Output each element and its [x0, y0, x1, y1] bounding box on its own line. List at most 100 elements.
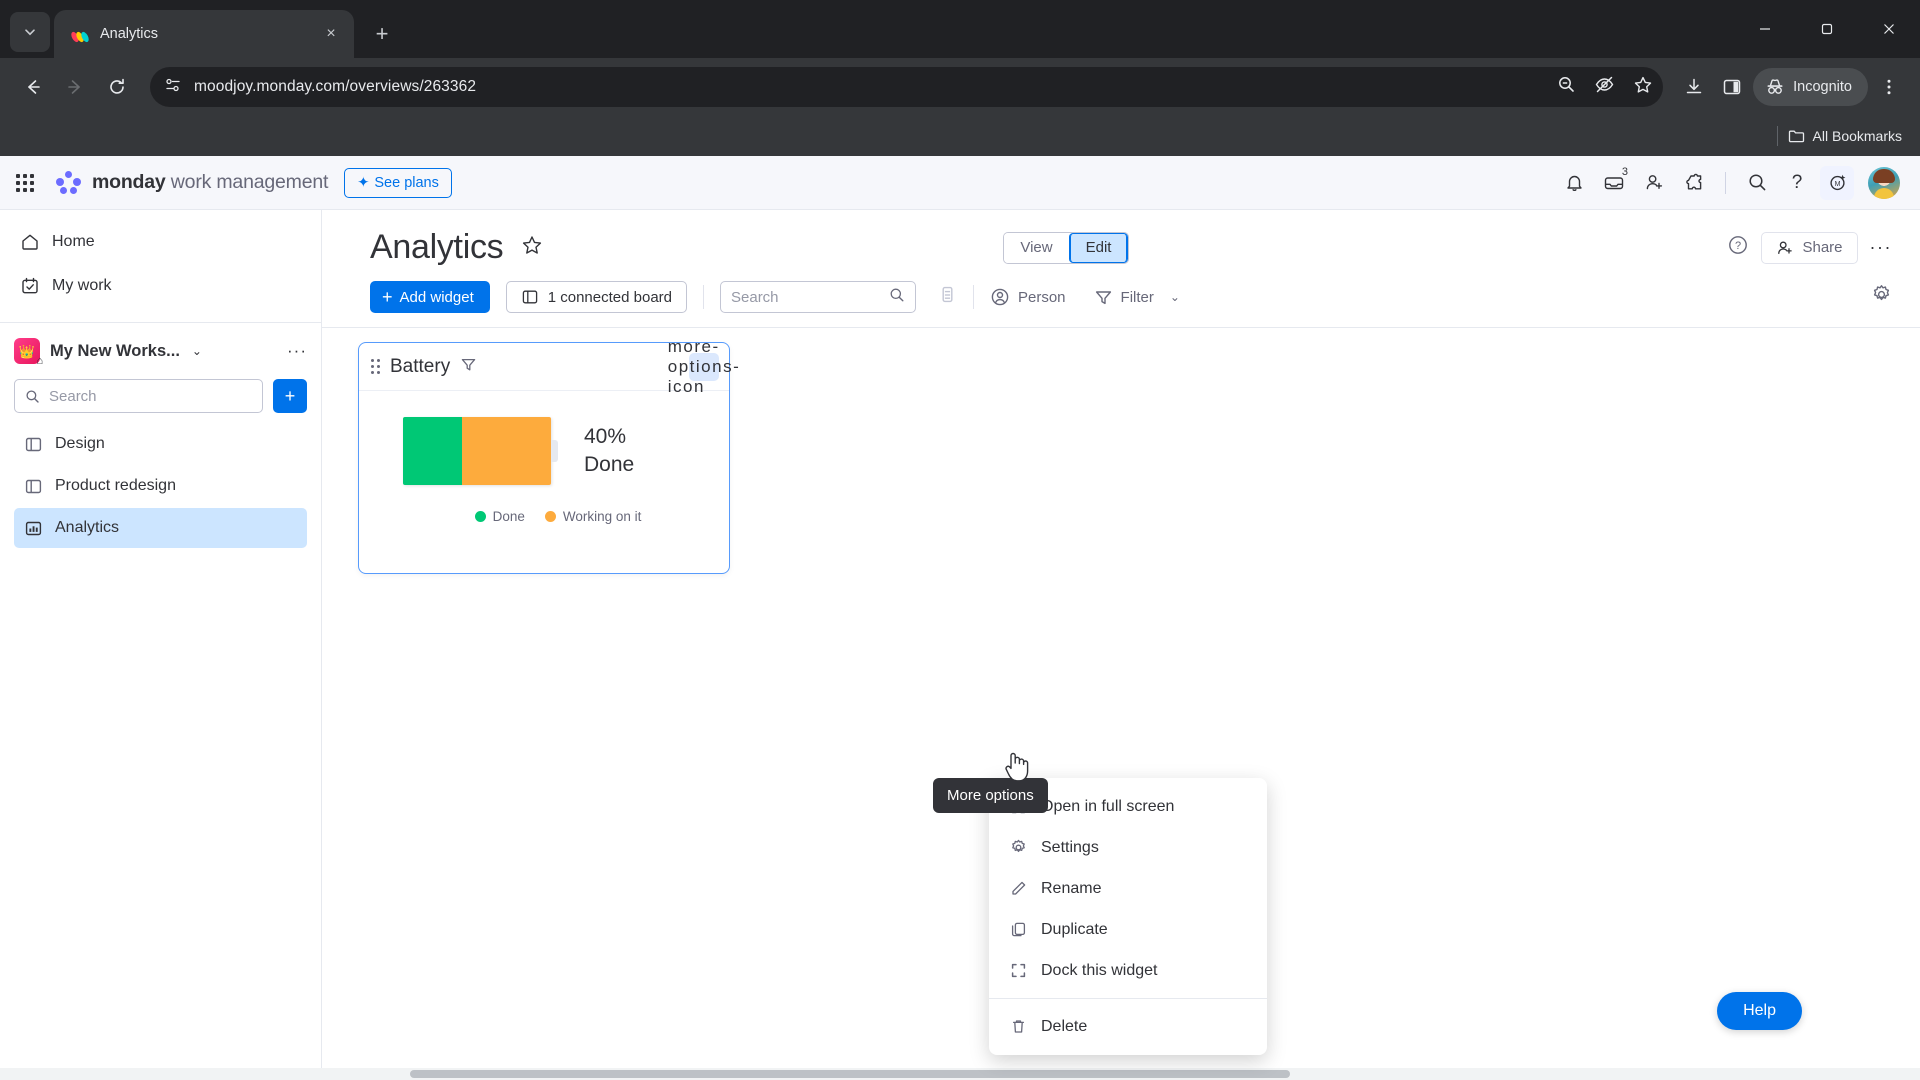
sidebar-search-input[interactable]: Search — [14, 379, 263, 413]
notifications-button[interactable] — [1557, 166, 1591, 200]
toolbar-divider — [703, 285, 704, 309]
brand-product: work management — [165, 171, 329, 193]
scrollbar-thumb[interactable] — [410, 1070, 1290, 1078]
mouse-cursor — [1003, 750, 1031, 789]
menu-item-duplicate[interactable]: Duplicate — [989, 909, 1267, 950]
menu-item-dock-widget[interactable]: Dock this widget — [989, 950, 1267, 991]
address-bar[interactable]: moodjoy.monday.com/overviews/263362 — [150, 67, 1664, 107]
chevron-down-icon[interactable]: ⌄ — [1170, 290, 1180, 304]
main-content: Analytics View Edit ? Share ··· + Add wi… — [322, 210, 1920, 1068]
monday-ai-button[interactable]: M — [1820, 165, 1854, 200]
svg-text:M: M — [1834, 181, 1840, 188]
sidebar-item-my-work[interactable]: My work — [10, 266, 311, 306]
columns-icon[interactable] — [938, 285, 957, 309]
battery-widget[interactable]: Battery more-options-icon 40% Done Done … — [358, 337, 739, 574]
url-text: moodjoy.monday.com/overviews/263362 — [194, 78, 477, 95]
forward-button[interactable] — [56, 68, 94, 106]
sparkle-icon: ✦ — [357, 174, 370, 191]
side-panel-button[interactable] — [1715, 70, 1749, 104]
search-button[interactable] — [1740, 166, 1774, 200]
window-controls — [1734, 0, 1920, 58]
sidebar-item-label: Product redesign — [55, 477, 176, 494]
browser-menu-button[interactable] — [1872, 70, 1906, 104]
home-icon — [22, 234, 38, 250]
person-filter-button[interactable]: Person — [990, 287, 1066, 307]
sidebar-item-label: Home — [52, 233, 95, 250]
apps-grid-icon[interactable] — [16, 173, 34, 192]
monday-logo-icon — [56, 170, 84, 195]
search-icon — [1748, 174, 1765, 191]
workspace-selector[interactable]: 👑 ⌂ My New Works... ⌄ ··· — [0, 329, 321, 373]
zoom-out-icon[interactable] — [1557, 75, 1576, 99]
sidebar-search-placeholder: Search — [49, 387, 97, 405]
workspace-more-button[interactable]: ··· — [287, 341, 307, 361]
connected-board-button[interactable]: 1 connected board — [505, 281, 687, 313]
sidebar-item-label: Design — [55, 435, 105, 452]
incognito-indicator[interactable]: Incognito — [1753, 68, 1868, 106]
question-circle-icon[interactable]: ? — [1727, 234, 1749, 261]
inbox-button[interactable]: 3 — [1597, 166, 1631, 200]
svg-text:?: ? — [1735, 240, 1741, 252]
page-info-icon[interactable] — [164, 76, 182, 99]
add-widget-button[interactable]: + Add widget — [370, 281, 490, 313]
edit-mode-button[interactable]: Edit — [1068, 232, 1129, 263]
sidebar-item-home[interactable]: Home — [10, 222, 311, 262]
help-widget-button[interactable]: Help — [1717, 992, 1802, 1030]
menu-item-label: Duplicate — [1041, 920, 1108, 938]
menu-item-rename[interactable]: Rename — [989, 868, 1267, 909]
reload-button[interactable] — [98, 68, 136, 106]
widget-more-options-button[interactable]: more-options-icon — [668, 337, 739, 396]
user-avatar[interactable] — [1868, 166, 1900, 199]
side-panel-icon — [1723, 79, 1741, 95]
sidebar-add-button[interactable]: + — [273, 379, 307, 413]
menu-item-label: Open in full screen — [1041, 797, 1175, 815]
tab-search-button[interactable] — [10, 12, 50, 52]
browser-tab-analytics[interactable]: Analytics × — [54, 10, 354, 58]
share-label: Share — [1802, 239, 1843, 256]
brand-title: monday work management — [92, 171, 328, 194]
filter-icon — [1095, 290, 1111, 304]
new-tab-button[interactable]: + — [364, 16, 400, 52]
omnibox-actions — [1557, 74, 1653, 100]
sidebar-item-analytics[interactable]: Analytics — [14, 508, 307, 548]
menu-item-settings[interactable]: Settings — [989, 827, 1267, 868]
invite-member-button[interactable] — [1637, 166, 1671, 200]
maximize-button[interactable] — [1796, 5, 1858, 53]
body-area: Home My work 👑 ⌂ My New Works... ⌄ ··· S… — [0, 210, 1920, 1068]
chevron-down-icon[interactable]: ⌄ — [192, 344, 202, 358]
dashboard-search-input[interactable]: Search — [720, 281, 916, 313]
sidebar-item-product-redesign[interactable]: Product redesign — [14, 466, 307, 506]
crown-icon: 👑 — [18, 343, 36, 359]
all-bookmarks-button[interactable]: All Bookmarks — [1788, 128, 1902, 145]
dashboard-search-placeholder: Search — [731, 288, 779, 306]
close-tab-icon[interactable]: × — [318, 21, 344, 47]
drag-handle-icon[interactable] — [371, 359, 380, 374]
star-icon[interactable] — [1633, 75, 1653, 100]
view-mode-button[interactable]: View — [1004, 232, 1069, 263]
battery-chart: 40% Done — [359, 391, 729, 485]
bookmarks-bar: All Bookmarks — [0, 116, 1920, 156]
apps-marketplace-button[interactable] — [1677, 166, 1711, 200]
widget-filter-icon[interactable] — [460, 356, 477, 377]
bookmarks-divider — [1776, 126, 1778, 146]
page-more-button[interactable]: ··· — [1870, 237, 1892, 258]
share-button[interactable]: Share — [1761, 231, 1858, 264]
menu-item-delete[interactable]: Delete — [989, 1006, 1267, 1047]
downloads-button[interactable] — [1677, 70, 1711, 104]
back-button[interactable] — [14, 68, 52, 106]
close-window-button[interactable] — [1858, 5, 1920, 53]
help-button[interactable]: ? — [1780, 166, 1814, 200]
minimize-button[interactable] — [1734, 5, 1796, 53]
see-plans-button[interactable]: ✦ See plans — [344, 167, 452, 198]
person-label: Person — [1018, 288, 1066, 306]
star-outline-icon[interactable] — [521, 234, 543, 262]
board-icon — [25, 437, 42, 451]
menu-item-label: Dock this widget — [1041, 961, 1158, 979]
sidebar-item-design[interactable]: Design — [14, 424, 307, 464]
horizontal-scrollbar[interactable] — [0, 1068, 1920, 1080]
eye-off-icon[interactable] — [1594, 74, 1615, 100]
dashboard-settings-button[interactable] — [1871, 284, 1892, 310]
filter-button[interactable]: Filter ⌄ — [1094, 288, 1180, 307]
reload-icon — [110, 78, 124, 94]
home-badge-icon: ⌂ — [36, 355, 43, 367]
